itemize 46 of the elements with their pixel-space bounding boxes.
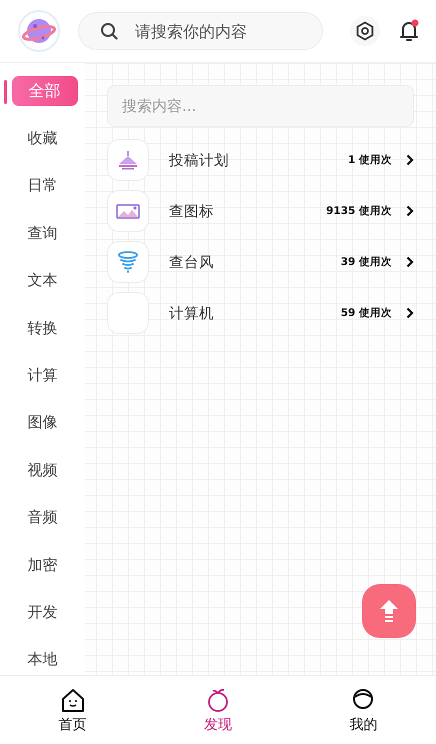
search-field[interactable]: 请搜索你的内容 — [78, 12, 323, 50]
category-tab[interactable]: 图像 — [20, 408, 66, 438]
tool-name[interactable]: 计算机 — [169, 304, 214, 322]
chevron-icon[interactable] — [406, 256, 414, 268]
tool-icon-tile[interactable] — [107, 190, 149, 232]
home-icon — [60, 686, 86, 712]
nav-tab[interactable]: 发现 — [145, 676, 291, 744]
up-arrow-icon — [379, 599, 399, 623]
back-to-top-button[interactable] — [362, 584, 416, 638]
tool-icon-tile[interactable] — [107, 241, 149, 283]
category-tab[interactable]: 日常 — [20, 170, 66, 202]
image-icon — [116, 202, 140, 220]
chevron-icon[interactable] — [406, 307, 414, 319]
planet-logo — [22, 16, 56, 46]
content-search-field[interactable]: 搜索内容... — [107, 85, 414, 127]
category-tab[interactable]: 查询 — [20, 218, 66, 249]
chevron-icon[interactable] — [406, 154, 414, 166]
category-tab[interactable]: 文本 — [20, 266, 66, 296]
tool-name[interactable]: 查台风 — [169, 252, 214, 272]
usage-count: 39 使用次 — [340, 255, 392, 269]
notification-button[interactable] — [398, 19, 420, 43]
tool-name[interactable]: 查图标 — [169, 202, 214, 220]
chevron-icon[interactable] — [406, 205, 414, 217]
usage-count: 9135 使用次 — [326, 204, 392, 218]
settings-icon — [355, 21, 375, 41]
category-tab[interactable]: 计算 — [20, 360, 66, 391]
category-tab[interactable]: 开发 — [20, 597, 66, 628]
search-icon — [100, 22, 118, 40]
settings-button[interactable] — [350, 16, 380, 46]
category-tab[interactable]: 转换 — [20, 312, 66, 344]
nav-tab[interactable]: 我的 — [290, 676, 436, 744]
category-tab[interactable]: 加密 — [20, 550, 66, 580]
bell-icon — [398, 19, 420, 43]
category-tab[interactable]: 视频 — [20, 455, 66, 486]
category-tab[interactable]: 收藏 — [20, 123, 66, 154]
tool-name[interactable]: 投稿计划 — [169, 150, 229, 170]
pyramid-icon — [116, 149, 140, 171]
nav-tab[interactable]: 首页 — [0, 676, 146, 744]
usage-count: 59 使用次 — [340, 306, 392, 320]
peach-icon — [206, 686, 230, 712]
category-tab[interactable]: 本地 — [20, 644, 66, 675]
category-tab[interactable]: 音频 — [20, 502, 66, 533]
selection-indicator — [4, 80, 6, 104]
usage-count: 1 使用次 — [348, 153, 392, 167]
tool-icon-tile[interactable] — [107, 139, 149, 181]
tornado-icon — [117, 250, 139, 274]
